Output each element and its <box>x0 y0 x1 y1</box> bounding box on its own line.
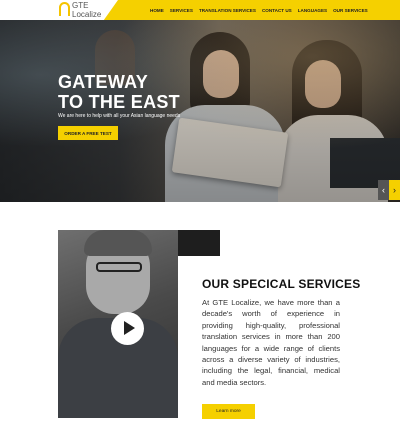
nav-home[interactable]: HOME <box>150 8 164 13</box>
order-free-test-button[interactable]: ORDER A FREE TEST <box>58 126 118 140</box>
video-person-glasses <box>96 262 142 272</box>
chevron-right-icon[interactable]: › <box>389 180 400 200</box>
hero-title: GATEWAY TO THE EAST <box>58 72 180 112</box>
nav-our-services[interactable]: OUR SERVICES <box>333 8 368 13</box>
services-title: OUR SPECICAL SERVICES <box>202 277 361 291</box>
hero-subtitle: We are here to help with all your Asian … <box>58 113 181 119</box>
chevron-left-icon[interactable]: ‹ <box>378 180 389 200</box>
top-header: GTE Localize HOME SERVICES TRANSLATION S… <box>0 0 400 20</box>
video-person-hair <box>84 230 152 256</box>
hero-title-line2: TO THE EAST <box>58 92 180 112</box>
nav-services[interactable]: SERVICES <box>170 8 193 13</box>
services-description: At GTE Localize, we have more than a dec… <box>202 298 340 387</box>
media-accent-block <box>178 230 220 256</box>
nav-contact-us[interactable]: CONTACT US <box>262 8 292 13</box>
logo-icon <box>59 2 70 16</box>
main-nav: HOME SERVICES TRANSLATION SERVICES CONTA… <box>150 0 374 20</box>
logo-text-gte: GTE <box>72 1 89 10</box>
nav-languages[interactable]: LANGUAGES <box>298 8 327 13</box>
logo[interactable]: GTE Localize <box>0 0 118 20</box>
nav-translation-services[interactable]: TRANSLATION SERVICES <box>199 8 256 13</box>
learn-more-button[interactable]: Learn more <box>202 404 255 419</box>
logo-text-localize: Localize <box>72 10 102 19</box>
hero-banner: GATEWAY TO THE EAST We are here to help … <box>0 20 400 202</box>
play-icon[interactable] <box>111 312 144 345</box>
services-video[interactable] <box>58 230 178 418</box>
hero-title-line1: GATEWAY <box>58 72 149 92</box>
